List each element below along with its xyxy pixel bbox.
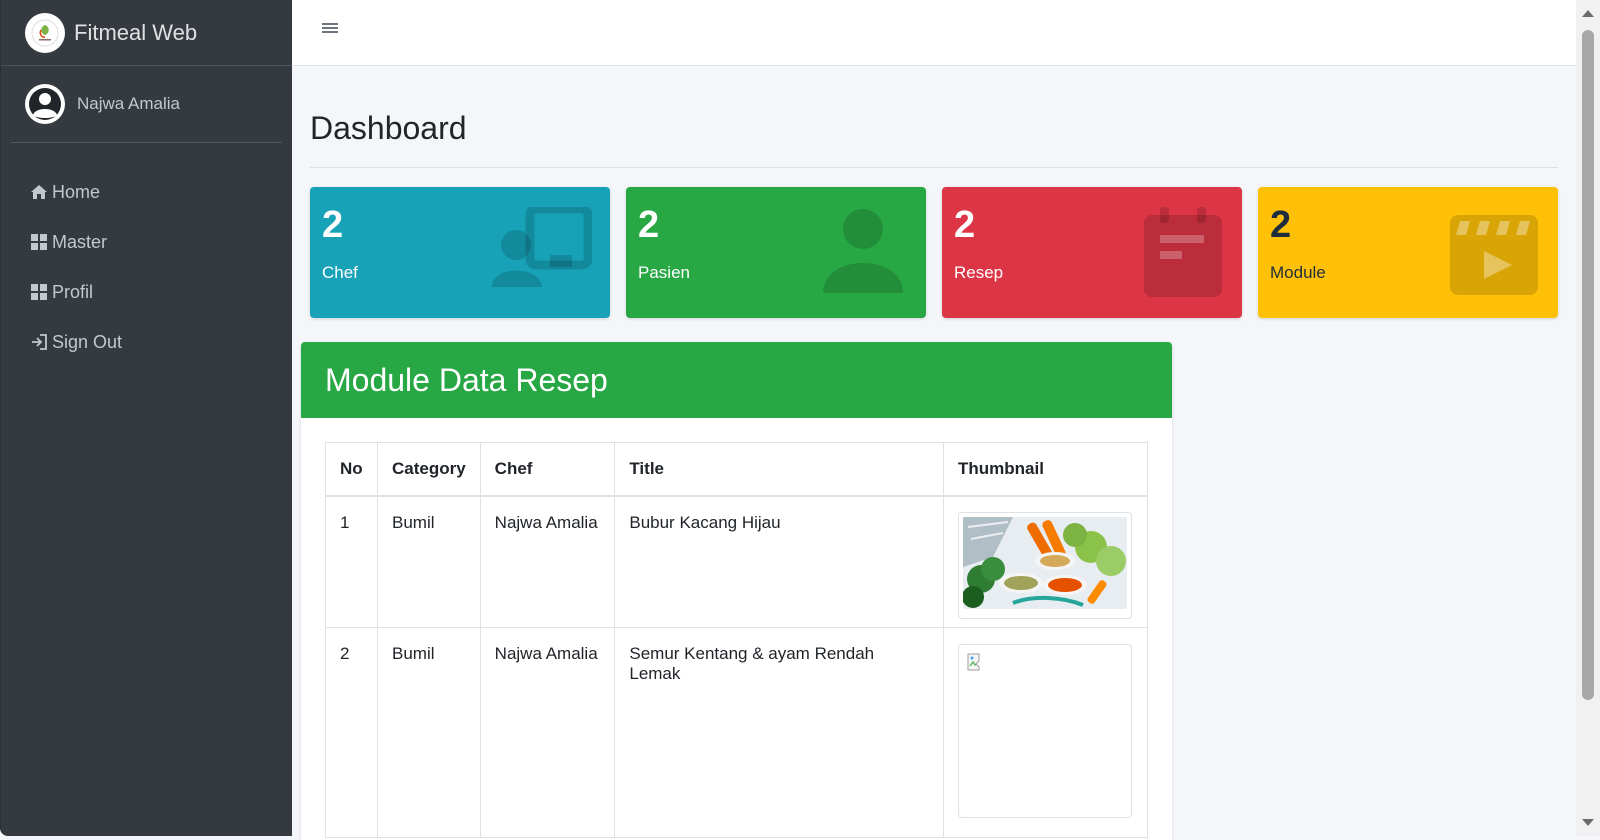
food-photo [961, 516, 1127, 609]
column-header[interactable]: Category [376, 442, 481, 497]
stat-box-pasien[interactable]: 2 Pasien [626, 187, 926, 318]
column-header[interactable]: No [325, 442, 378, 497]
scroll-thumb[interactable] [1582, 30, 1594, 700]
cell-thumbnail [942, 495, 1149, 628]
sidebar-item-home[interactable]: Home [1, 167, 292, 217]
stat-label: Chef [322, 263, 358, 282]
brand-text: Fitmeal Web [74, 19, 198, 45]
thumbnail-image[interactable] [957, 644, 1132, 818]
grid-icon [30, 233, 48, 251]
sign-out-icon [30, 333, 48, 351]
page-title: Dashboard [310, 110, 467, 146]
table-row[interactable]: 1 Bumil Najwa Amalia Bubur Kacang Hijau [325, 495, 1149, 628]
stat-value: 2 [954, 204, 976, 246]
cell-title: Semur Kentang & ayam Rendah Lemak [614, 627, 944, 838]
cell-no: 2 [325, 627, 378, 838]
stat-box-resep[interactable]: 2 Resep [942, 187, 1242, 318]
column-header[interactable]: Chef [479, 442, 616, 497]
top-navbar [292, 0, 1576, 66]
sidebar-item-label: Home [52, 181, 101, 202]
sidebar-item-label: Profil [52, 281, 94, 302]
table-header-row: No Category Chef Title Thumbnail [325, 442, 1149, 497]
chalkboard-teacher-icon [492, 207, 592, 287]
stat-box-chef[interactable]: 2 Chef [310, 187, 610, 318]
stat-value: 2 [1270, 204, 1292, 246]
cell-no: 1 [325, 495, 378, 628]
film-icon [1450, 215, 1538, 295]
card-header: Module Data Resep [301, 342, 1172, 418]
column-header[interactable]: Title [614, 442, 944, 497]
sidebar-item-master[interactable]: Master [1, 217, 292, 267]
column-header[interactable]: Thumbnail [942, 442, 1149, 497]
sidebar-item-label: Master [52, 231, 108, 252]
cell-category: Bumil [376, 495, 481, 628]
cell-thumbnail [942, 627, 1149, 838]
stat-box-module[interactable]: 2 Module [1258, 187, 1558, 318]
module-card: Module Data Resep No Category Chef Title… [301, 342, 1172, 840]
sidebar: Fitmeal Web Najwa Amalia Home Master Pro… [0, 0, 292, 836]
stat-label: Resep [954, 263, 1004, 282]
leaf-logo-icon [25, 12, 65, 53]
user-icon [823, 209, 903, 293]
scroll-down-icon[interactable] [1582, 819, 1594, 826]
cell-category: Bumil [376, 627, 481, 838]
cell-title: Bubur Kacang Hijau [614, 495, 944, 628]
table-row[interactable]: 2 Bumil Najwa Amalia Semur Kentang & aya… [325, 627, 1149, 838]
page-scrollbar[interactable] [1576, 0, 1600, 836]
user-circle-icon [25, 84, 65, 124]
user-name: Najwa Amalia [77, 94, 180, 113]
brand-link[interactable]: Fitmeal Web [1, 0, 292, 66]
user-panel[interactable]: Najwa Amalia [11, 66, 282, 143]
stat-label: Module [1270, 263, 1326, 282]
stat-value: 2 [638, 204, 660, 246]
scroll-up-icon[interactable] [1582, 10, 1594, 17]
home-icon [30, 183, 48, 201]
broken-image-icon [967, 653, 980, 671]
stat-value: 2 [322, 204, 344, 246]
recipe-table: No Category Chef Title Thumbnail 1 Bumil… [325, 442, 1149, 838]
stat-label: Pasien [638, 263, 690, 282]
sidebar-item-label: Sign Out [52, 331, 123, 352]
sidebar-nav: Home Master Profil Sign Out [1, 167, 292, 367]
sidebar-item-sign-out[interactable]: Sign Out [1, 317, 292, 367]
cell-chef: Najwa Amalia [479, 627, 616, 838]
hamburger-icon[interactable] [322, 20, 338, 36]
sidebar-item-profil[interactable]: Profil [1, 267, 292, 317]
grid-icon [30, 283, 48, 301]
thumbnail-image[interactable] [957, 511, 1132, 619]
card-title: Module Data Resep [325, 361, 608, 398]
calendar-icon [1144, 207, 1222, 297]
title-divider [310, 167, 1558, 168]
cell-chef: Najwa Amalia [479, 495, 616, 628]
